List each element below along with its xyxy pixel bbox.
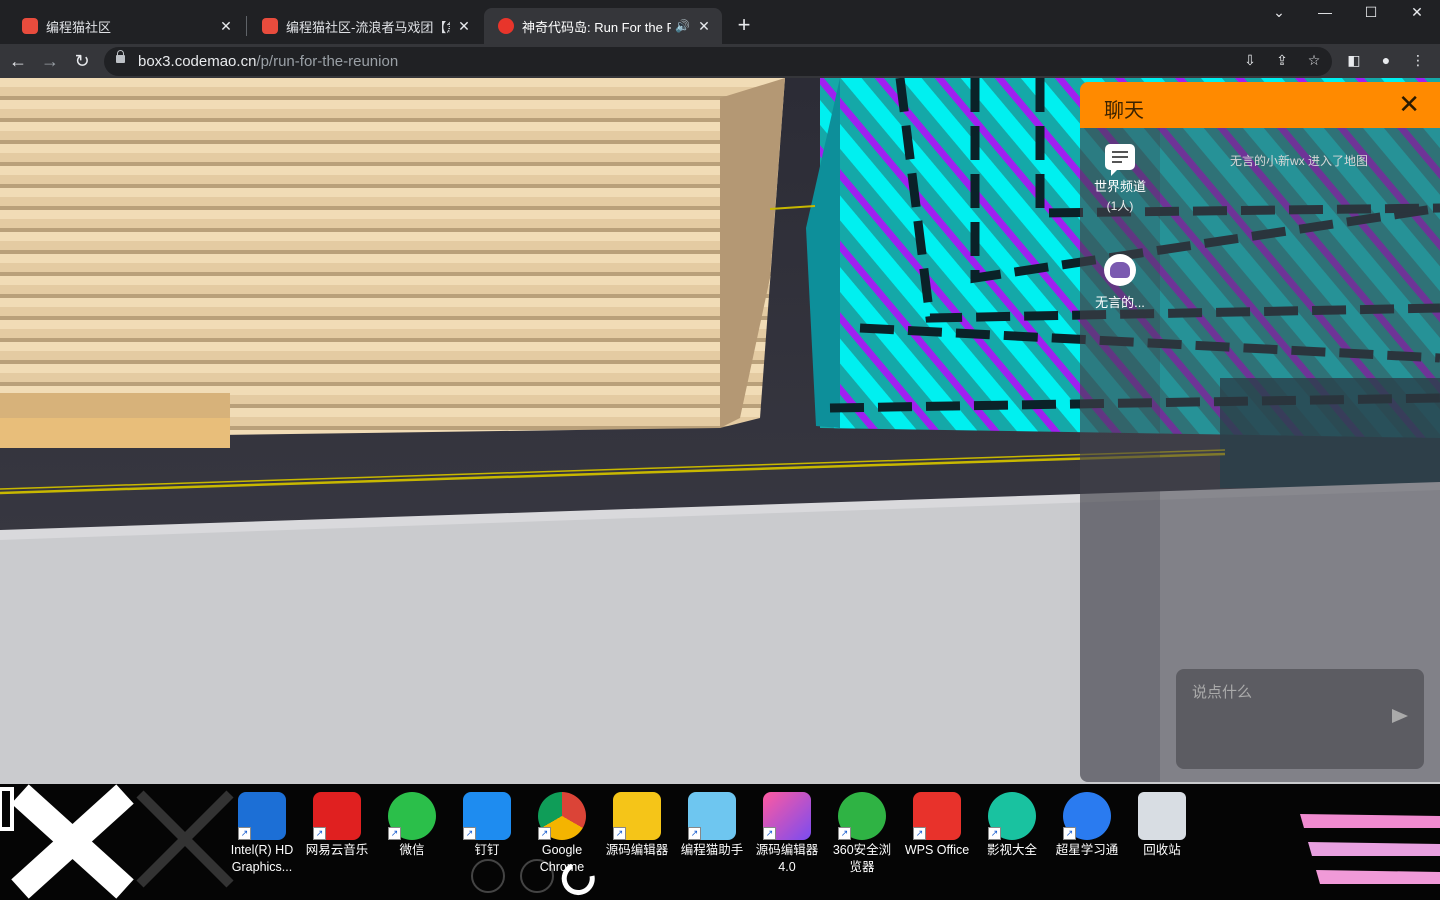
video-app-icon: ↗ bbox=[988, 792, 1036, 840]
desktop-shortcut-code-editor-4[interactable]: ↗ 源码编辑器 4.0 bbox=[754, 792, 820, 876]
tab-box3-game[interactable]: 神奇代码岛: Run For the Re 🔊 ✕ bbox=[484, 8, 722, 44]
codemao-favicon-icon bbox=[22, 18, 38, 34]
tab-close-icon[interactable]: ✕ bbox=[218, 18, 234, 35]
bookmark-star-icon[interactable]: ☆ bbox=[1304, 52, 1324, 69]
install-app-icon[interactable]: ⇩ bbox=[1240, 52, 1260, 69]
dingtalk-icon: ↗ bbox=[463, 792, 511, 840]
tab-separator bbox=[246, 16, 247, 36]
channel-member-count: (1人) bbox=[1106, 199, 1134, 213]
tab-codemao-community[interactable]: 编程猫社区 ✕ bbox=[8, 8, 244, 44]
chat-input-placeholder: 说点什么 bbox=[1192, 684, 1253, 701]
desktop-shortcut-netease-music[interactable]: ↗ 网易云音乐 bbox=[304, 792, 370, 859]
desktop-shortcut-recycle-bin[interactable]: 回收站 bbox=[1129, 792, 1195, 859]
back-button[interactable]: ← bbox=[6, 49, 30, 73]
desktop-shortcut-label: WPS Office bbox=[904, 843, 970, 857]
tab-title: 编程猫社区 bbox=[46, 19, 112, 35]
tab-close-icon[interactable]: ✕ bbox=[456, 18, 472, 35]
url-text[interactable]: box3.codemao.cn/p/run-for-the-reunion bbox=[138, 53, 398, 70]
chat-panel: 聊天 ✕ 世界频道 (1人) 无言的... 无言的小新wx 进入了地图 说点什么 bbox=[1080, 82, 1440, 782]
desktop-shortcut-label: Google Chrome bbox=[539, 843, 585, 874]
code-editor-4-icon: ↗ bbox=[763, 792, 811, 840]
desktop-shortcut-wechat[interactable]: ↗ 微信 bbox=[379, 792, 445, 859]
chat-channel-list: 世界频道 (1人) 无言的... bbox=[1080, 128, 1160, 782]
channel-world[interactable]: 世界频道 (1人) bbox=[1080, 144, 1160, 214]
intel-graphics-icon: ↗ bbox=[238, 792, 286, 840]
message-bubble-icon bbox=[1105, 144, 1135, 176]
chat-title: 聊天 bbox=[1104, 100, 1144, 122]
desktop-shortcut-dingtalk[interactable]: ↗ 钉钉 bbox=[454, 792, 520, 859]
desktop-icon-strip: ↗ Intel(R) HD Graphics... ↗ 网易云音乐 ↗ 微信 ↗… bbox=[0, 784, 1440, 900]
wps-office-icon: ↗ bbox=[913, 792, 961, 840]
reload-button[interactable]: ↻ bbox=[70, 49, 94, 73]
desktop-shortcut-chrome[interactable]: ↗ Google Chrome bbox=[529, 792, 595, 876]
recycle-bin-icon bbox=[1138, 792, 1186, 840]
desktop-shortcut-label: 源码编辑器 4.0 bbox=[755, 843, 819, 874]
desktop-shortcut-label: 微信 bbox=[399, 843, 425, 857]
desktop-shortcut-label: 360安全浏览器 bbox=[832, 843, 892, 874]
new-tab-button[interactable]: + bbox=[732, 13, 756, 37]
chat-input[interactable]: 说点什么 bbox=[1176, 669, 1424, 769]
desktop-shortcut-label: 编程猫助手 bbox=[680, 843, 744, 857]
system-message: 无言的小新wx 进入了地图 bbox=[1230, 154, 1369, 168]
tab-title: 编程猫社区-流浪者马戏团【急招 bbox=[286, 19, 450, 35]
tab-circus-post[interactable]: 编程猫社区-流浪者马戏团【急招 ✕ bbox=[248, 8, 482, 44]
desktop-shortcut-intel[interactable]: ↗ Intel(R) HD Graphics... bbox=[229, 792, 295, 876]
channel-user[interactable]: 无言的... bbox=[1080, 254, 1160, 311]
desktop-shortcut-chaoxing[interactable]: ↗ 超星学习通 bbox=[1054, 792, 1120, 859]
share-icon[interactable]: ⇪ bbox=[1272, 52, 1292, 69]
chrome-icon: ↗ bbox=[538, 792, 586, 840]
desktop-shortcut-label: Intel(R) HD Graphics... bbox=[230, 843, 294, 874]
chat-header: 聊天 ✕ bbox=[1080, 82, 1440, 128]
netease-music-icon: ↗ bbox=[313, 792, 361, 840]
desktop-shortcut-code-editor[interactable]: ↗ 源码编辑器 bbox=[604, 792, 670, 859]
forward-button[interactable]: → bbox=[38, 49, 62, 73]
desktop-shortcut-label: 钉钉 bbox=[474, 843, 500, 857]
codemao-favicon-icon bbox=[262, 18, 278, 34]
code-editor-icon: ↗ bbox=[613, 792, 661, 840]
desktop-shortcut-label: 源码编辑器 bbox=[605, 843, 669, 857]
user-avatar-icon bbox=[1104, 254, 1136, 286]
codemao-assistant-icon: ↗ bbox=[688, 792, 736, 840]
address-bar[interactable]: box3.codemao.cn/p/run-for-the-reunion ⇩ … bbox=[104, 47, 1332, 76]
close-window-button[interactable]: ✕ bbox=[1394, 4, 1440, 21]
minimize-button[interactable]: — bbox=[1302, 4, 1348, 20]
desktop-shortcut-360-browser[interactable]: ↗ 360安全浏览器 bbox=[829, 792, 895, 876]
browser-toolbar: ← → ↻ box3.codemao.cn/p/run-for-the-reun… bbox=[0, 44, 1440, 78]
tab-close-icon[interactable]: ✕ bbox=[696, 18, 712, 35]
desktop-shortcut-video-app[interactable]: ↗ 影视大全 bbox=[979, 792, 1045, 859]
tab-title: 神奇代码岛: Run For the Re bbox=[522, 19, 672, 35]
side-panel-icon[interactable]: ◧ bbox=[1344, 52, 1364, 69]
desktop-shortcut-wps[interactable]: ↗ WPS Office bbox=[904, 792, 970, 859]
desktop-shortcut-label: 回收站 bbox=[1143, 843, 1181, 857]
more-menu-icon[interactable]: ⋮ bbox=[1408, 52, 1428, 69]
maximize-button[interactable]: ☐ bbox=[1348, 4, 1394, 21]
chat-close-button[interactable]: ✕ bbox=[1398, 90, 1420, 118]
box3-favicon-icon bbox=[498, 18, 514, 34]
360-browser-icon: ↗ bbox=[838, 792, 886, 840]
desktop-shortcut-codemao-assistant[interactable]: ↗ 编程猫助手 bbox=[679, 792, 745, 859]
channel-label: 世界频道 bbox=[1093, 179, 1146, 194]
send-icon[interactable] bbox=[1392, 709, 1408, 723]
channel-label: 无言的... bbox=[1095, 295, 1145, 310]
speaker-icon[interactable]: 🔊 bbox=[675, 19, 690, 33]
wechat-icon: ↗ bbox=[388, 792, 436, 840]
desktop-shortcut-label: 影视大全 bbox=[986, 843, 1037, 857]
tab-bar: 编程猫社区 ✕ 编程猫社区-流浪者马戏团【急招 ✕ 神奇代码岛: Run For… bbox=[0, 0, 1440, 44]
lock-icon[interactable] bbox=[116, 50, 125, 63]
tab-search-chevron-icon[interactable]: ⌄ bbox=[1256, 4, 1302, 21]
profile-avatar-icon[interactable]: ● bbox=[1376, 52, 1396, 68]
desktop-shortcut-label: 超星学习通 bbox=[1055, 843, 1119, 857]
desktop-shortcut-label: 网易云音乐 bbox=[305, 843, 369, 857]
chaoxing-icon: ↗ bbox=[1063, 792, 1111, 840]
